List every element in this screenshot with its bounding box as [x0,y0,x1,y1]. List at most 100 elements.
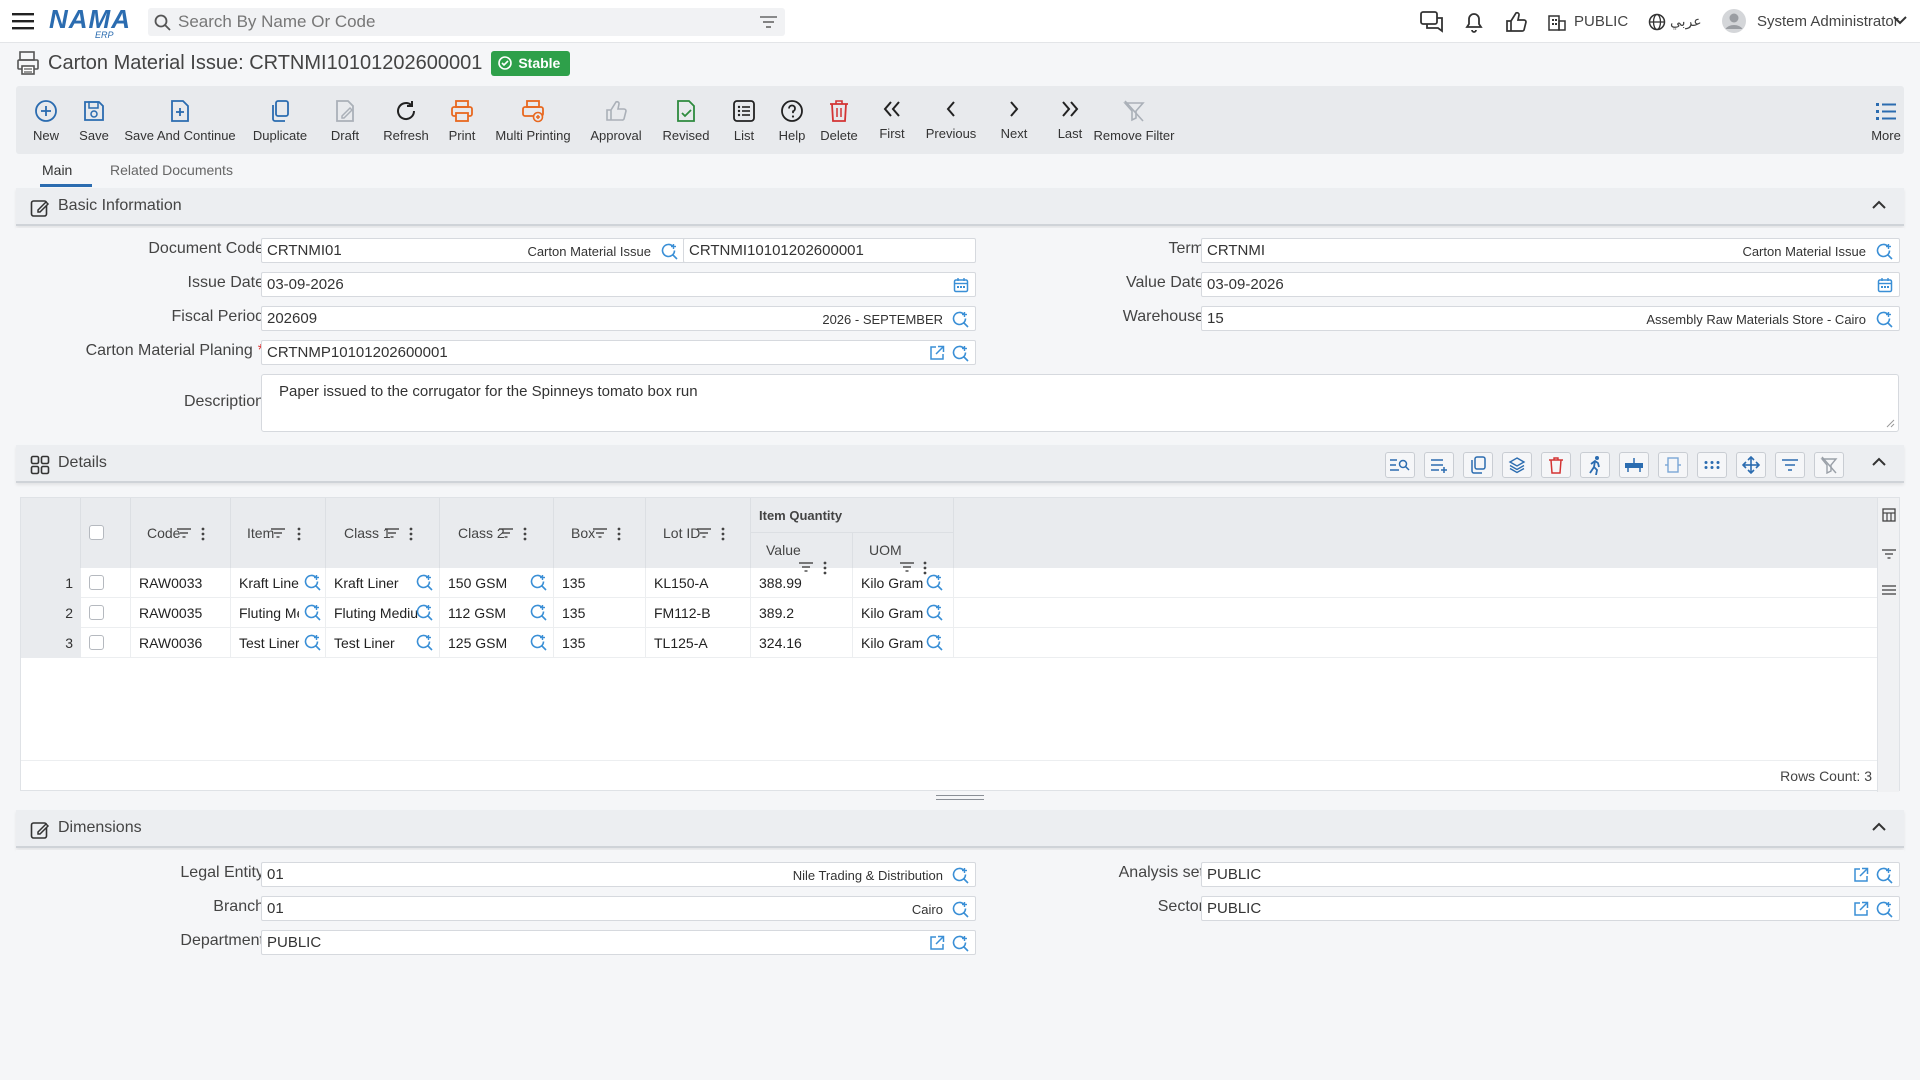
issue-date-field[interactable]: 03-09-2026 [261,272,976,297]
cell-class2[interactable]: 150 GSM [448,568,528,598]
cell-class1[interactable]: Fluting Medium [334,598,418,628]
calendar-icon[interactable] [953,277,969,293]
columns-panel-icon[interactable] [1882,508,1896,522]
lookup-icon[interactable] [304,574,321,591]
class1-header[interactable]: Class 1 [326,498,440,568]
cell-code[interactable]: RAW0035 [139,598,229,628]
layers-button[interactable] [1502,452,1532,478]
branch-field[interactable]: 01 Cairo [261,896,976,921]
cell-lot[interactable]: FM112-B [654,598,744,628]
row-checkbox[interactable] [89,605,104,620]
column-menu-icon[interactable] [721,527,725,541]
column-menu-icon[interactable] [409,527,413,541]
lookup-icon[interactable] [952,935,969,952]
revised-button[interactable]: Revised [659,86,713,154]
next-button[interactable]: Next [996,86,1032,154]
lookup-icon[interactable] [926,604,943,621]
column-filter-icon[interactable] [697,527,711,539]
lookup-icon[interactable] [952,867,969,884]
chevron-down-icon[interactable] [1893,15,1907,25]
warehouse-field[interactable]: 15 Assembly Raw Materials Store - Cairo [1201,306,1900,331]
lookup-icon[interactable] [1876,867,1893,884]
delete-rows-button[interactable] [1541,452,1571,478]
value-date-field[interactable]: 03-09-2026 [1201,272,1900,297]
lookup-icon[interactable] [926,574,943,591]
first-button[interactable]: First [874,86,910,154]
open-link-icon[interactable] [1853,901,1869,917]
lookup-icon[interactable] [530,604,547,621]
lookup-icon[interactable] [952,345,969,362]
table-row[interactable]: 3 RAW0036 Test Liner Test Liner 125 GSM 135 TL… [21,628,1878,658]
cell-box[interactable]: 135 [562,628,632,658]
column-menu-icon[interactable] [297,527,301,541]
duplicate-button[interactable]: Duplicate [252,86,308,154]
cell-uom[interactable]: Kilo Gram [861,598,923,628]
tab-related-documents[interactable]: Related Documents [110,162,233,190]
cell-uom[interactable]: Kilo Gram [861,628,923,658]
move-button[interactable] [1736,452,1766,478]
filter-button[interactable] [1775,452,1805,478]
column-filter-icon[interactable] [385,527,399,539]
cell-lot[interactable]: TL125-A [654,628,744,658]
fiscal-period-field[interactable]: 202609 2026 - SEPTEMBER [261,306,976,331]
globe-icon[interactable] [1648,13,1666,31]
cell-box[interactable]: 135 [562,598,632,628]
chevron-up-icon[interactable] [1872,457,1886,467]
chat-icon[interactable] [1420,11,1444,33]
column-filter-icon[interactable] [177,527,191,539]
save-and-continue-button[interactable]: Save And Continue [124,86,236,154]
legal-entity-field[interactable]: 01 Nile Trading & Distribution [261,862,976,887]
print-button[interactable]: Print [442,86,482,154]
term-field[interactable]: CRTNMI Carton Material Issue [1201,238,1900,263]
row-checkbox[interactable] [89,635,104,650]
column-filter-icon[interactable] [499,527,513,539]
analysis-set-field[interactable]: PUBLIC [1201,862,1900,887]
user-avatar-icon[interactable] [1722,9,1746,33]
copy-rows-button[interactable] [1463,452,1493,478]
cell-value[interactable]: 389.2 [759,598,844,628]
cell-class1[interactable]: Kraft Liner [334,568,418,598]
grid-search-button[interactable] [1385,452,1415,478]
remove-filter-button[interactable]: Remove Filter [1094,86,1174,154]
draft-button[interactable]: Draft [325,86,365,154]
details-header[interactable]: Details [16,445,1904,483]
planing-field[interactable]: CRTNMP10101202600001 [261,340,976,365]
multi-printing-button[interactable]: Multi Printing [494,86,572,154]
cell-code[interactable]: RAW0036 [139,628,229,658]
calendar-icon[interactable] [1877,277,1893,293]
lookup-icon[interactable] [952,901,969,918]
column-filter-icon[interactable] [593,527,607,539]
lookup-icon[interactable] [416,634,433,651]
cell-uom[interactable]: Kilo Gram [861,568,923,598]
cell-lot[interactable]: KL150-A [654,568,744,598]
add-row-button[interactable] [1424,452,1454,478]
user-name[interactable]: System Administrator [1757,13,1899,30]
nama-logo[interactable]: NAMA ERP [49,4,131,40]
cell-class2[interactable]: 112 GSM [448,598,528,628]
sector-field[interactable]: PUBLIC [1201,896,1900,921]
chevron-up-icon[interactable] [1872,200,1886,210]
lookup-icon[interactable] [416,604,433,621]
save-button[interactable]: Save [74,86,114,154]
hamburger-menu-icon[interactable] [12,11,34,31]
column-menu-icon[interactable] [201,527,205,541]
lookup-icon[interactable] [416,574,433,591]
previous-button[interactable]: Previous [926,86,976,154]
lookup-icon[interactable] [926,634,943,651]
lookup-icon[interactable] [530,634,547,651]
table-row[interactable]: 2 RAW0035 Fluting Medium Fluting Medium 112 … [21,598,1878,628]
notification-bell-icon[interactable] [1463,11,1485,33]
open-link-icon[interactable] [929,935,945,951]
filter-panel-icon[interactable] [1882,548,1896,560]
row-checkbox[interactable] [89,575,104,590]
cell-item[interactable]: Kraft Liner [239,568,299,598]
open-link-icon[interactable] [1853,867,1869,883]
cell-item[interactable]: Fluting Medium [239,598,299,628]
cell-item[interactable]: Test Liner [239,628,299,658]
resize-grip-handle[interactable] [936,795,984,800]
more-button[interactable]: More [1868,86,1904,154]
cell-value[interactable]: 388.99 [759,568,844,598]
lookup-icon[interactable] [304,634,321,651]
column-menu-icon[interactable] [617,527,621,541]
thumbs-up-icon[interactable] [1505,11,1527,33]
